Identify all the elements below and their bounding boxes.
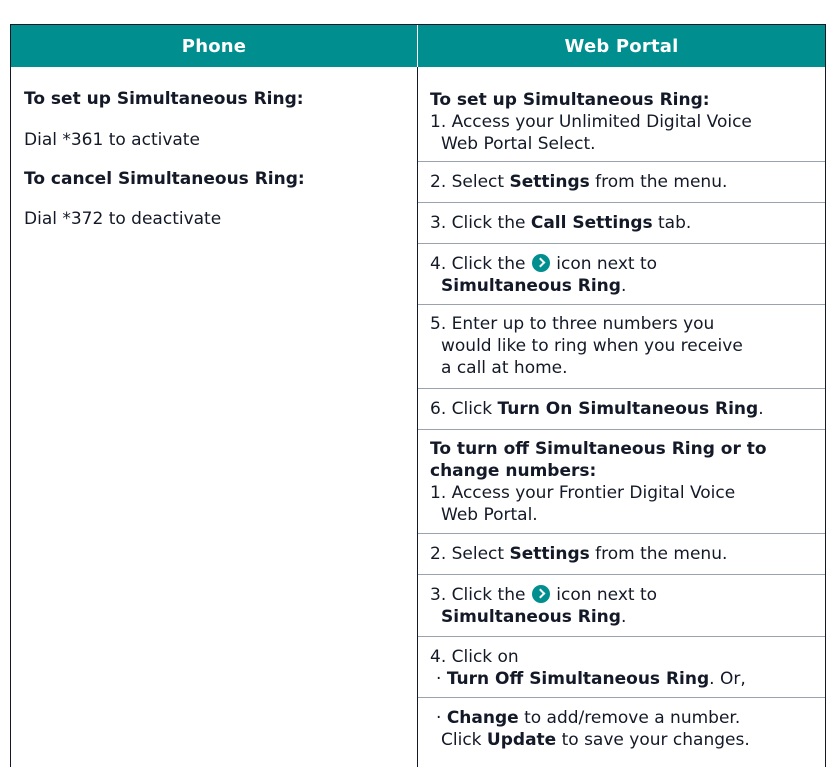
chevron-right-circle-icon	[531, 254, 550, 272]
web-off-step-4-change: · Change to add/remove a number. Click U…	[418, 697, 825, 769]
header-phone: Phone	[11, 25, 418, 67]
phone-cancel-step: Dial *372 to deactivate	[24, 209, 222, 229]
web-setup-step-3: 3. Click the Call Settings tab.	[418, 202, 825, 242]
web-setup-step-4: 4. Click the icon next to Simultaneous R…	[418, 243, 825, 303]
web-setup-step-5: 5. Enter up to three numbers you would l…	[418, 304, 825, 387]
phone-setup-heading: To set up Simultaneous Ring:	[24, 89, 304, 109]
web-setup-heading: To set up Simultaneous Ring:	[430, 90, 710, 110]
web-portal-column: To set up Simultaneous Ring: 1. Access y…	[418, 67, 825, 767]
web-off-block: To turn off Simultaneous Ring or to chan…	[418, 429, 825, 532]
table-header: Phone Web Portal	[11, 25, 825, 67]
web-off-step-4: 4. Click on · Turn Off Simultaneous Ring…	[418, 636, 825, 696]
phone-column: To set up Simultaneous Ring: Dial *361 t…	[11, 67, 418, 767]
phone-setup-step: Dial *361 to activate	[24, 130, 200, 150]
web-off-step-3: 3. Click the icon next to Simultaneous R…	[418, 574, 825, 635]
simultaneous-ring-table: Phone Web Portal To set up Simultaneous …	[10, 24, 826, 767]
web-setup-step-1-cont: Web Portal Select.	[441, 134, 596, 154]
web-off-heading: To turn off Simultaneous Ring or to	[430, 439, 767, 459]
web-off-step-2: 2. Select Settings from the menu.	[418, 533, 825, 573]
web-setup-step-6: 6. Click Turn On Simultaneous Ring.	[418, 388, 825, 428]
web-setup-step-2: 2. Select Settings from the menu.	[418, 161, 825, 201]
web-setup-block: To set up Simultaneous Ring: 1. Access y…	[418, 89, 825, 155]
web-setup-step-1: 1. Access your Unlimited Digital Voice	[430, 112, 752, 132]
chevron-right-circle-icon	[531, 585, 550, 603]
header-web-portal: Web Portal	[418, 25, 825, 67]
phone-cancel-heading: To cancel Simultaneous Ring:	[24, 169, 305, 189]
